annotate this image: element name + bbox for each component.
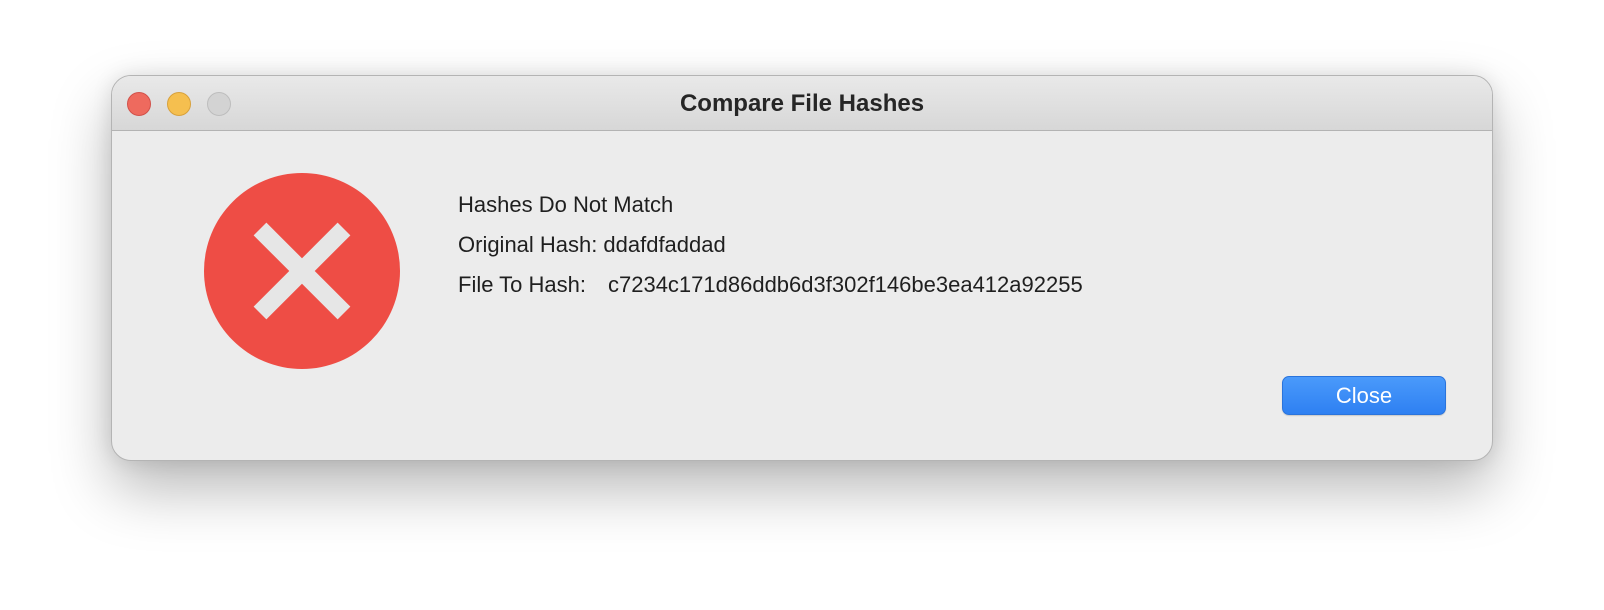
file-hash-row: File To Hash: c7234c171d86ddb6d3f302f146b… bbox=[458, 272, 1083, 298]
original-hash-row: Original Hash: ddafdfaddad bbox=[458, 232, 726, 258]
result-headline: Hashes Do Not Match bbox=[458, 192, 674, 217]
error-x-circle-icon bbox=[204, 173, 400, 369]
window-title: Compare File Hashes bbox=[679, 90, 925, 117]
close-button[interactable]: Close bbox=[1282, 376, 1446, 415]
original-hash-label: Original Hash: bbox=[458, 232, 598, 257]
title-bar[interactable]: Compare File Hashes bbox=[112, 76, 1492, 131]
original-hash-value: ddafdfaddad bbox=[603, 232, 726, 257]
file-hash-label: File To Hash: bbox=[458, 272, 586, 297]
dialog-window: Compare File Hashes Hashes Do Not Match … bbox=[111, 75, 1493, 461]
file-hash-value: c7234c171d86ddb6d3f302f146be3ea412a92255 bbox=[607, 272, 1083, 297]
